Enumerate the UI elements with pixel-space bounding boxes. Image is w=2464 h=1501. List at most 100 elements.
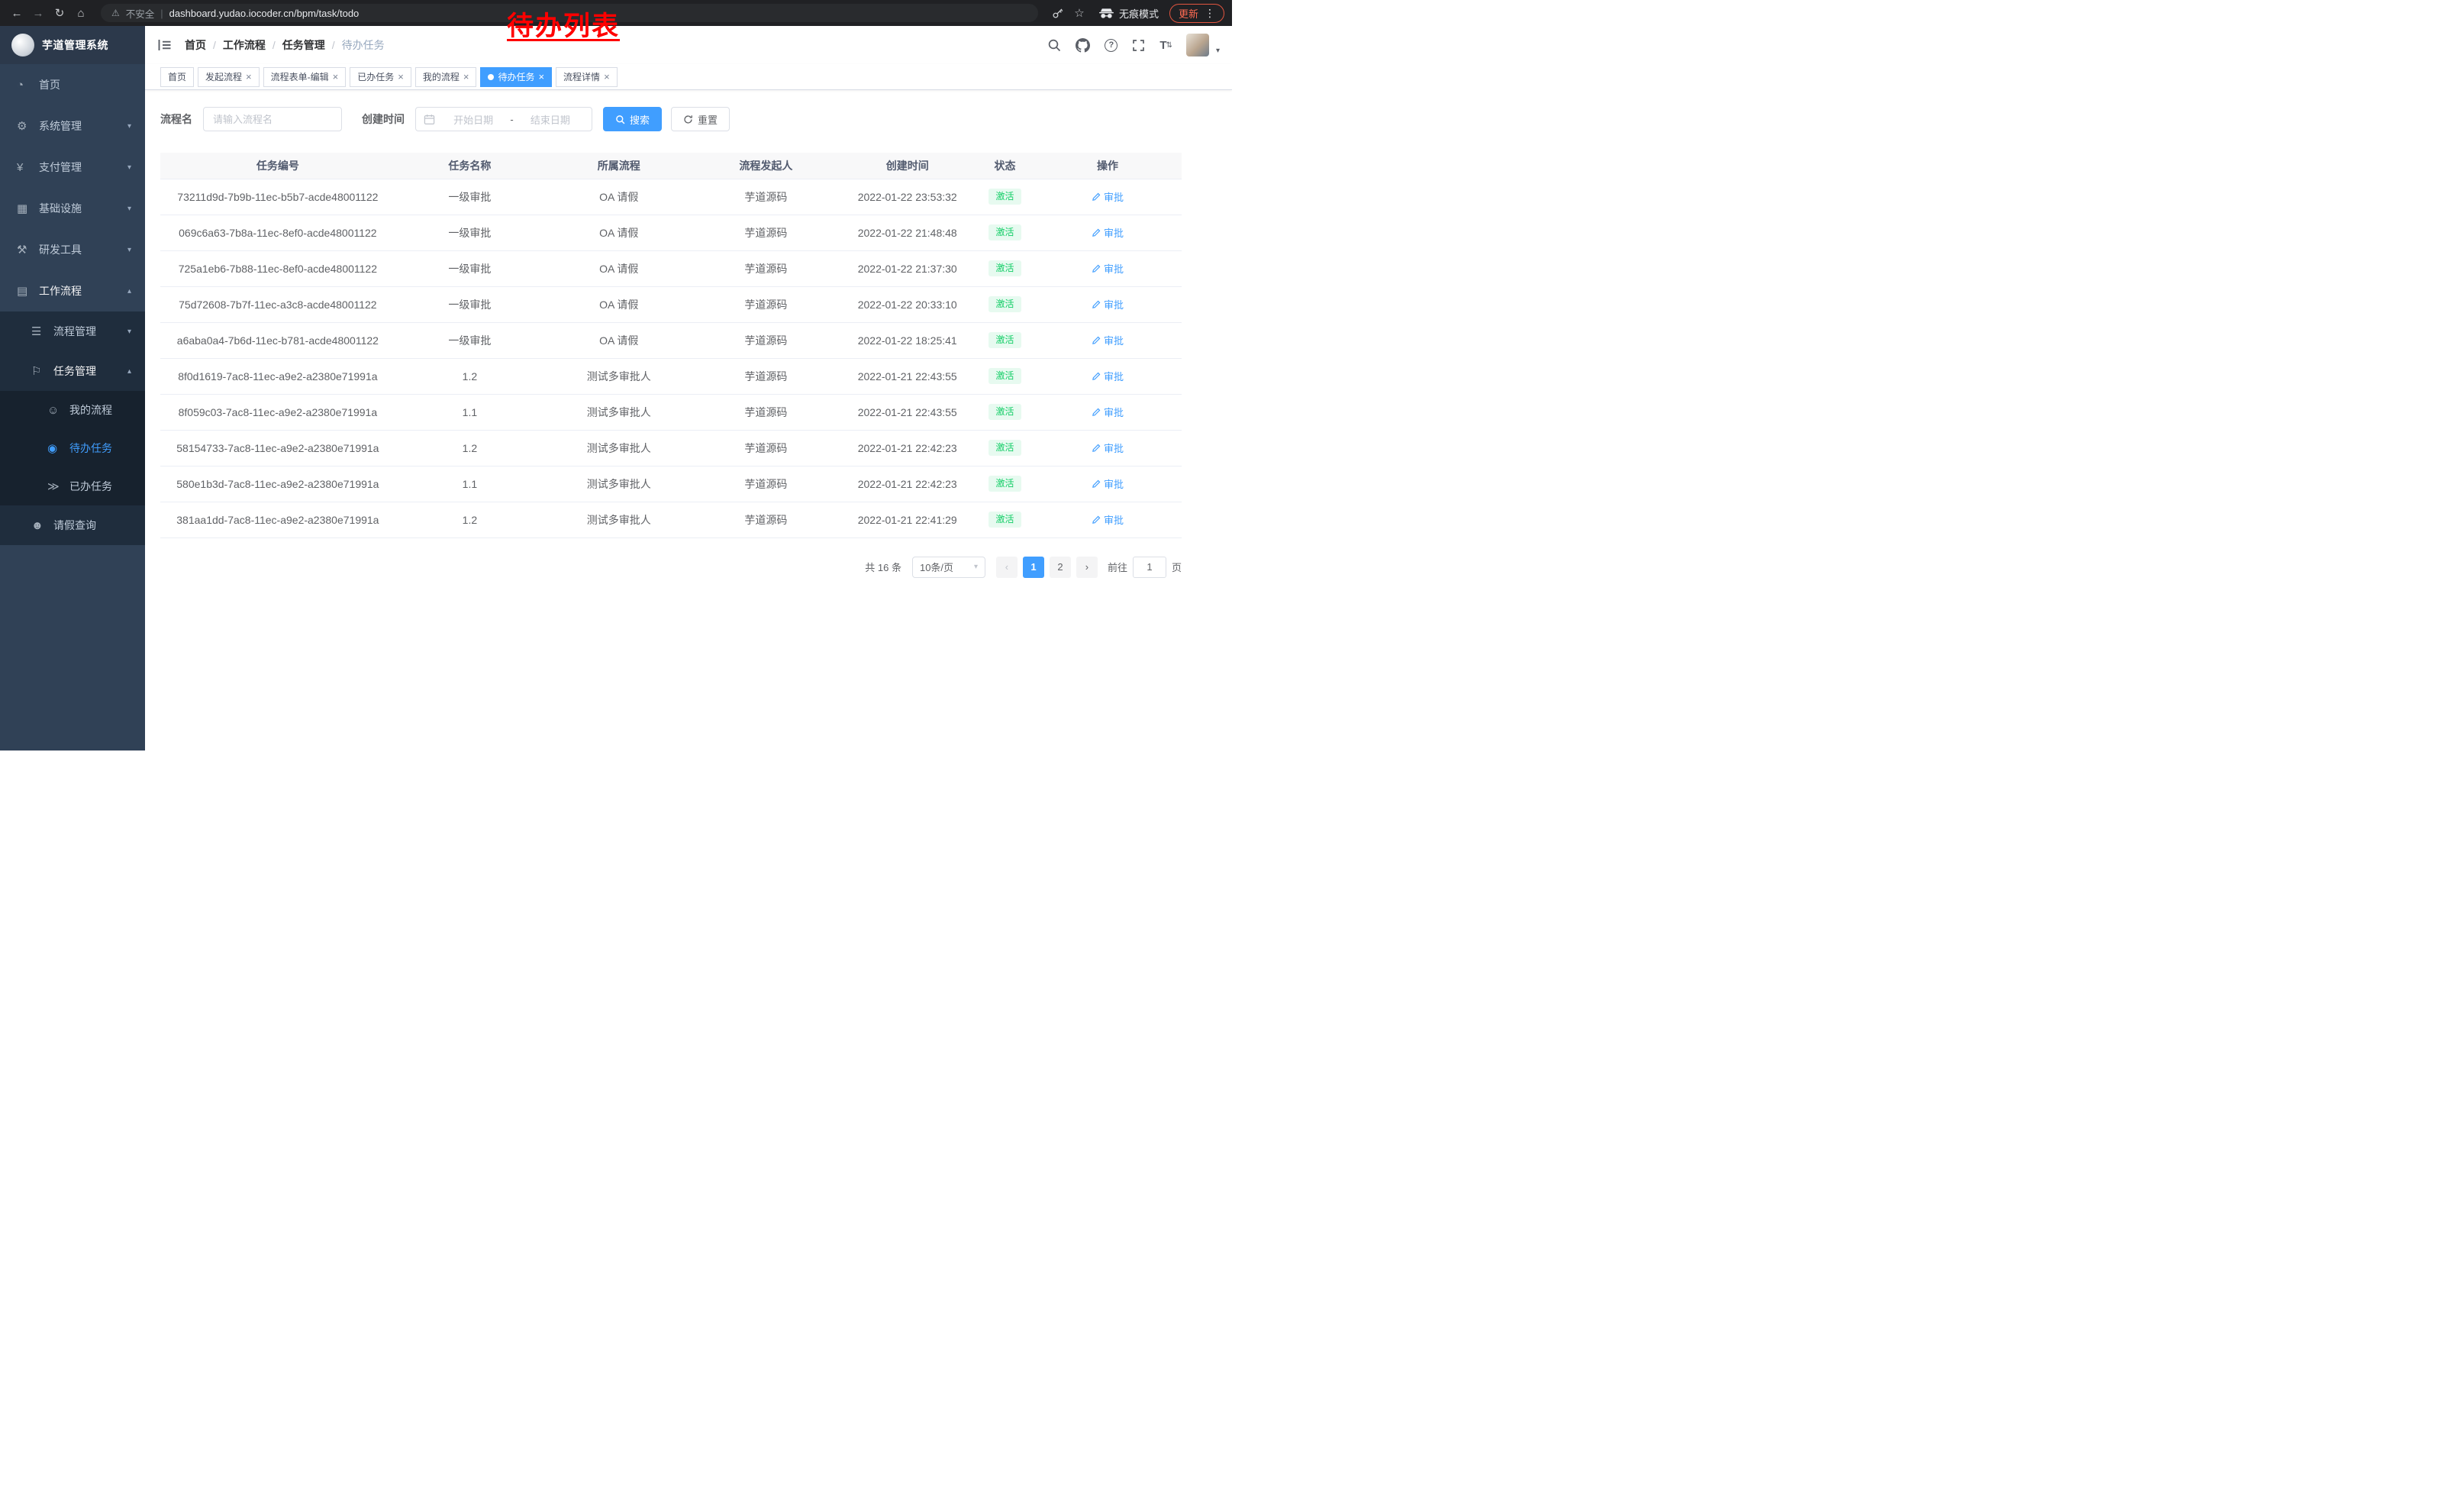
approve-label: 审批	[1104, 369, 1124, 383]
search-button[interactable]: 搜索	[603, 107, 662, 131]
create-time-cell: 2022-01-22 18:25:41	[838, 322, 976, 358]
status-cell: 激活	[976, 250, 1034, 286]
github-icon[interactable]	[1076, 38, 1090, 53]
sidebar-item-my-process[interactable]: ☺我的流程	[0, 391, 145, 429]
sidebar-item-leave-query[interactable]: ☻请假查询	[0, 505, 145, 545]
avatar-dropdown-caret-icon[interactable]: ▾	[1216, 47, 1220, 56]
column-header: 任务编号	[160, 153, 395, 179]
approve-link[interactable]: 审批	[1092, 261, 1124, 276]
page-button-1[interactable]: 1	[1023, 557, 1044, 578]
sidebar-item-todo-tasks[interactable]: ◉待办任务	[0, 429, 145, 467]
status-cell: 激活	[976, 358, 1034, 394]
tools-icon: ⚒	[17, 243, 35, 257]
tab-my-process[interactable]: 我的流程×	[415, 67, 477, 87]
filter-form: 流程名 创建时间 开始日期 - 结束日期 搜索	[160, 107, 1182, 131]
tab-close-icon[interactable]: ×	[398, 72, 404, 82]
sidebar-item-devtools[interactable]: ⚒研发工具▾	[0, 229, 145, 270]
sidebar-item-home[interactable]: ◔首页	[0, 64, 145, 105]
column-header: 操作	[1034, 153, 1182, 179]
fullscreen-icon[interactable]	[1132, 39, 1145, 52]
tab-label: 已办任务	[357, 70, 394, 83]
goto-page-input[interactable]	[1133, 557, 1166, 578]
browser-menu-icon[interactable]: ⋮	[1205, 7, 1215, 20]
breadcrumb-separator: /	[332, 39, 335, 51]
tab-close-icon[interactable]: ×	[246, 72, 252, 82]
status-cell: 激活	[976, 502, 1034, 537]
reset-button[interactable]: 重置	[671, 107, 730, 131]
task-name-cell: 1.1	[395, 394, 544, 430]
home-icon[interactable]: ⌂	[72, 7, 90, 20]
sidebar-item-done-tasks[interactable]: ≫已办任务	[0, 467, 145, 505]
task-id-cell: 8f059c03-7ac8-11ec-a9e2-a2380e71991a	[160, 394, 395, 430]
bookmark-star-icon[interactable]: ☆	[1070, 6, 1088, 20]
sidebar-item-process-mgmt[interactable]: ☰流程管理▾	[0, 311, 145, 351]
incognito-badge: 无痕模式	[1099, 6, 1159, 21]
breadcrumb-item[interactable]: 任务管理	[282, 37, 325, 53]
tab-close-icon[interactable]: ×	[604, 72, 610, 82]
sidebar-item-label: 首页	[39, 77, 60, 92]
page-size-select[interactable]: 10条/页 ▾	[912, 557, 985, 578]
starter-cell: 芋道源码	[693, 215, 838, 250]
status-badge: 激活	[989, 440, 1021, 455]
task-icon: ⚐	[31, 364, 50, 378]
help-icon[interactable]: ?	[1105, 39, 1118, 52]
user-avatar[interactable]	[1186, 34, 1209, 56]
approve-link[interactable]: 审批	[1092, 333, 1124, 347]
prev-page-button[interactable]: ‹	[996, 557, 1018, 578]
search-icon[interactable]	[1047, 38, 1061, 52]
sidebar-item-workflow[interactable]: ▤工作流程▴	[0, 270, 145, 311]
sidebar-item-task-mgmt[interactable]: ⚐任务管理▴	[0, 351, 145, 391]
sidebar-item-payment[interactable]: ¥支付管理▾	[0, 147, 145, 188]
page-button-2[interactable]: 2	[1050, 557, 1071, 578]
process-cell: 测试多审批人	[544, 466, 693, 502]
tab-close-icon[interactable]: ×	[333, 72, 339, 82]
action-cell: 审批	[1034, 179, 1182, 215]
forward-icon[interactable]: →	[29, 7, 47, 20]
process-name-input[interactable]	[203, 107, 342, 131]
status-badge: 激活	[989, 224, 1021, 240]
approve-link[interactable]: 审批	[1092, 512, 1124, 527]
not-secure-warning-icon: ⚠	[111, 8, 120, 18]
tab-start-process[interactable]: 发起流程×	[198, 67, 260, 87]
back-icon[interactable]: ←	[8, 7, 26, 20]
tab-home[interactable]: 首页	[160, 67, 194, 87]
tab-close-icon[interactable]: ×	[463, 72, 469, 82]
sidebar-item-label: 支付管理	[39, 160, 82, 175]
approve-link[interactable]: 审批	[1092, 441, 1124, 455]
approve-link[interactable]: 审批	[1092, 369, 1124, 383]
tab-process-detail[interactable]: 流程详情 ×	[556, 67, 618, 87]
next-page-button[interactable]: ›	[1076, 557, 1098, 578]
starter-cell: 芋道源码	[693, 394, 838, 430]
approve-link[interactable]: 审批	[1092, 297, 1124, 311]
tab-form-edit[interactable]: 流程表单-编辑×	[263, 67, 347, 87]
approve-link[interactable]: 审批	[1092, 476, 1124, 491]
approve-link[interactable]: 审批	[1092, 405, 1124, 419]
breadcrumb-item[interactable]: 首页	[185, 37, 206, 53]
table-row: 73211d9d-7b9b-11ec-b5b7-acde48001122一级审批…	[160, 179, 1182, 215]
tab-close-icon[interactable]: ×	[538, 72, 544, 82]
font-size-icon[interactable]: T⇅	[1159, 39, 1172, 52]
refresh-icon[interactable]: ↻	[50, 6, 69, 20]
process-cell: OA 请假	[544, 215, 693, 250]
edit-icon	[1092, 372, 1101, 381]
table-row: 069c6a63-7b8a-11ec-8ef0-acde48001122一级审批…	[160, 215, 1182, 250]
sidebar-item-infra[interactable]: ▦基础设施▾	[0, 188, 145, 229]
not-secure-label: 不安全	[126, 6, 155, 21]
tab-label: 流程详情	[563, 70, 600, 83]
task-id-cell: 73211d9d-7b9b-11ec-b5b7-acde48001122	[160, 179, 395, 215]
update-button[interactable]: 更新 ⋮	[1169, 4, 1224, 23]
status-badge: 激活	[989, 476, 1021, 491]
create-time-range-picker[interactable]: 开始日期 - 结束日期	[415, 107, 592, 131]
approve-link[interactable]: 审批	[1092, 225, 1124, 240]
breadcrumb-item[interactable]: 工作流程	[223, 37, 266, 53]
top-navbar: 首页/工作流程/任务管理/待办任务 ? T⇅ ▾	[145, 26, 1232, 64]
approve-label: 审批	[1104, 297, 1124, 311]
approve-link[interactable]: 审批	[1092, 189, 1124, 204]
key-icon[interactable]	[1049, 7, 1067, 20]
tab-done-tasks[interactable]: 已办任务 ×	[350, 67, 411, 87]
task-name-cell: 一级审批	[395, 286, 544, 322]
tab-todo-tasks[interactable]: 待办任务×	[480, 67, 552, 87]
sidebar-collapse-icon[interactable]	[157, 38, 173, 52]
sidebar-item-system[interactable]: ⚙系统管理▾	[0, 105, 145, 147]
edit-icon	[1092, 515, 1101, 525]
